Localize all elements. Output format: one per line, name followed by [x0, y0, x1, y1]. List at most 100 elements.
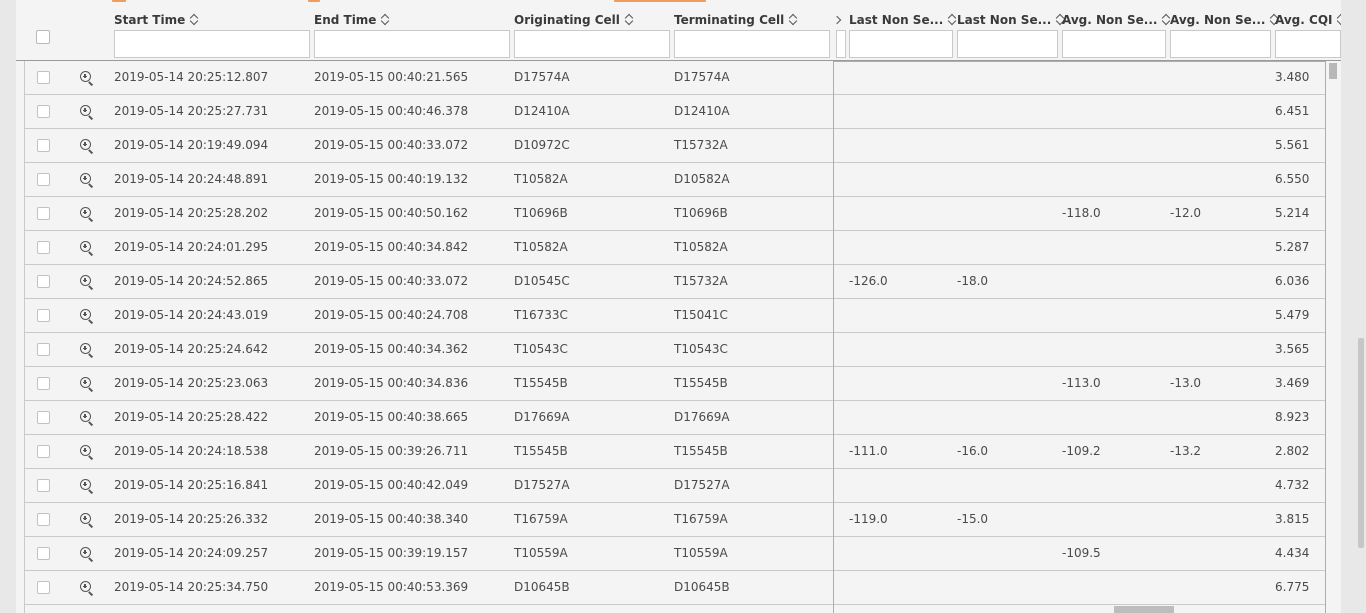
zoom-in-icon[interactable]: [80, 479, 94, 494]
filter-input-avg-cqi[interactable]: [1275, 30, 1341, 58]
row-checkbox[interactable]: [37, 173, 50, 186]
cell-lns2: -16.0: [957, 444, 989, 458]
table-header: Start Time End Time Originating Cell Ter…: [16, 4, 1341, 61]
table-row[interactable]: 2019-05-14 20:24:09.257 2019-05-15 00:39:…: [25, 537, 1325, 571]
cell-cqi: 5.479: [1275, 308, 1310, 322]
cell-cqi: 6.550: [1275, 172, 1310, 186]
cell-cqi: 6.451: [1275, 104, 1310, 118]
zoom-in-icon[interactable]: [80, 241, 94, 256]
cell-orig: D17527A: [514, 478, 570, 492]
filter-input-avg-non-serving-1[interactable]: [1062, 30, 1166, 58]
row-checkbox[interactable]: [37, 139, 50, 152]
column-header-end-time[interactable]: End Time: [314, 4, 512, 61]
filter-input-last-non-serving-2[interactable]: [957, 30, 1058, 58]
zoom-in-icon[interactable]: [80, 377, 94, 392]
row-checkbox[interactable]: [37, 207, 50, 220]
table-row[interactable]: 2019-05-14 20:25:34.750 2019-05-15 00:40:…: [25, 571, 1325, 605]
table-row[interactable]: 2019-05-14 20:25:23.063 2019-05-15 00:40:…: [25, 367, 1325, 401]
select-all-checkbox[interactable]: [36, 30, 50, 44]
row-checkbox[interactable]: [37, 411, 50, 424]
cell-end: 2019-05-15 00:40:34.836: [314, 376, 469, 390]
filter-input-end-time[interactable]: [314, 30, 510, 58]
filter-input-avg-non-serving-2[interactable]: [1170, 30, 1271, 58]
zoom-in-icon[interactable]: [80, 343, 94, 358]
table-row[interactable]: 2019-05-14 20:24:43.019 2019-05-15 00:40:…: [25, 299, 1325, 333]
row-checkbox[interactable]: [37, 343, 50, 356]
zoom-in-icon[interactable]: [80, 581, 94, 596]
row-checkbox[interactable]: [37, 275, 50, 288]
cell-end: 2019-05-15 00:40:24.708: [314, 308, 469, 322]
cell-term: T15041C: [674, 308, 728, 322]
column-header-terminating-cell[interactable]: Terminating Cell: [674, 4, 832, 61]
table-row[interactable]: 2019-05-14 20:24:18.538 2019-05-15 00:39:…: [25, 435, 1325, 469]
sort-icon[interactable]: [948, 13, 957, 27]
cell-ans2: -13.0: [1170, 376, 1202, 390]
zoom-in-icon[interactable]: [80, 207, 94, 222]
table-row[interactable]: 2019-05-14 20:25:28.422 2019-05-15 00:40:…: [25, 401, 1325, 435]
row-checkbox[interactable]: [37, 241, 50, 254]
row-checkbox[interactable]: [37, 445, 50, 458]
zoom-in-icon[interactable]: [80, 139, 94, 154]
sort-icon[interactable]: [625, 13, 634, 27]
table-vertical-scroll-thumb[interactable]: [1329, 63, 1337, 79]
filter-input-start-time[interactable]: [114, 30, 310, 58]
zoom-in-icon[interactable]: [80, 309, 94, 324]
filter-input-last-non-serving-1[interactable]: [849, 30, 953, 58]
cell-end: 2019-05-15 00:40:46.378: [314, 104, 469, 118]
page-vertical-scrollbar[interactable]: [1356, 0, 1366, 613]
cell-orig: D10972C: [514, 138, 570, 152]
table-row[interactable]: 2019-05-14 20:25:28.202 2019-05-15 00:40:…: [25, 197, 1325, 231]
cell-term: T15732A: [674, 138, 728, 152]
row-checkbox[interactable]: [37, 547, 50, 560]
table-row[interactable]: 2019-05-14 20:25:24.642 2019-05-15 00:40:…: [25, 333, 1325, 367]
zoom-in-icon[interactable]: [80, 275, 94, 290]
table-row[interactable]: 2019-05-14 20:25:12.807 2019-05-15 00:40:…: [25, 61, 1325, 95]
cell-cqi: 2.802: [1275, 444, 1310, 458]
column-header-avg-cqi[interactable]: Avg. CQI: [1275, 4, 1341, 61]
cell-cqi: 5.287: [1275, 240, 1310, 254]
sort-icon[interactable]: [1337, 13, 1341, 27]
zoom-in-icon[interactable]: [80, 411, 94, 426]
filter-input-originating-cell[interactable]: [514, 30, 670, 58]
table-row[interactable]: 2019-05-14 20:19:49.094 2019-05-15 00:40:…: [25, 129, 1325, 163]
table-row[interactable]: 2019-05-14 20:25:27.731 2019-05-15 00:40:…: [25, 95, 1325, 129]
table-row[interactable]: 2019-05-14 20:25:26.332 2019-05-15 00:40:…: [25, 503, 1325, 537]
sort-icon[interactable]: [190, 13, 199, 27]
page-vertical-scroll-thumb[interactable]: [1358, 338, 1364, 548]
row-checkbox[interactable]: [37, 479, 50, 492]
cell-term: T16759A: [674, 512, 728, 526]
table-row[interactable]: 2019-05-14 20:24:01.295 2019-05-15 00:40:…: [25, 231, 1325, 265]
table-row[interactable]: 2019-05-14 20:24:52.865 2019-05-15 00:40:…: [25, 265, 1325, 299]
table-row[interactable]: 2019-05-14 20:24:48.891 2019-05-15 00:40:…: [25, 163, 1325, 197]
zoom-in-icon[interactable]: [80, 105, 94, 120]
filter-input-hidden-column[interactable]: [836, 30, 846, 58]
cell-start: 2019-05-14 20:24:09.257: [114, 546, 269, 560]
filter-input-terminating-cell[interactable]: [674, 30, 830, 58]
column-header-last-non-serving-2[interactable]: Last Non Se...: [957, 4, 1060, 61]
cell-orig: D10545C: [514, 274, 570, 288]
row-checkbox[interactable]: [37, 71, 50, 84]
table-horizontal-scroll-thumb[interactable]: [1114, 606, 1174, 613]
table-vertical-scrollbar[interactable]: [1329, 61, 1337, 613]
row-checkbox[interactable]: [37, 309, 50, 322]
sort-icon[interactable]: [381, 13, 390, 27]
chevron-left-icon[interactable]: [832, 15, 842, 25]
zoom-in-icon[interactable]: [80, 71, 94, 86]
cell-start: 2019-05-14 20:25:28.422: [114, 410, 269, 424]
table-row[interactable]: 2019-05-14 20:25:16.841 2019-05-15 00:40:…: [25, 469, 1325, 503]
column-header-start-time[interactable]: Start Time: [114, 4, 312, 61]
row-checkbox[interactable]: [37, 581, 50, 594]
row-checkbox[interactable]: [37, 377, 50, 390]
zoom-in-icon[interactable]: [80, 547, 94, 562]
row-checkbox[interactable]: [37, 513, 50, 526]
zoom-in-icon[interactable]: [80, 445, 94, 460]
column-header-avg-non-serving-2[interactable]: Avg. Non Se...: [1170, 4, 1273, 61]
cell-term: D17669A: [674, 410, 730, 424]
column-header-last-non-serving-1[interactable]: Last Non Se...: [849, 4, 955, 61]
sort-icon[interactable]: [789, 13, 798, 27]
column-header-avg-non-serving-1[interactable]: Avg. Non Se...: [1062, 4, 1168, 61]
row-checkbox[interactable]: [37, 105, 50, 118]
zoom-in-icon[interactable]: [80, 513, 94, 528]
column-header-originating-cell[interactable]: Originating Cell: [514, 4, 672, 61]
zoom-in-icon[interactable]: [80, 173, 94, 188]
